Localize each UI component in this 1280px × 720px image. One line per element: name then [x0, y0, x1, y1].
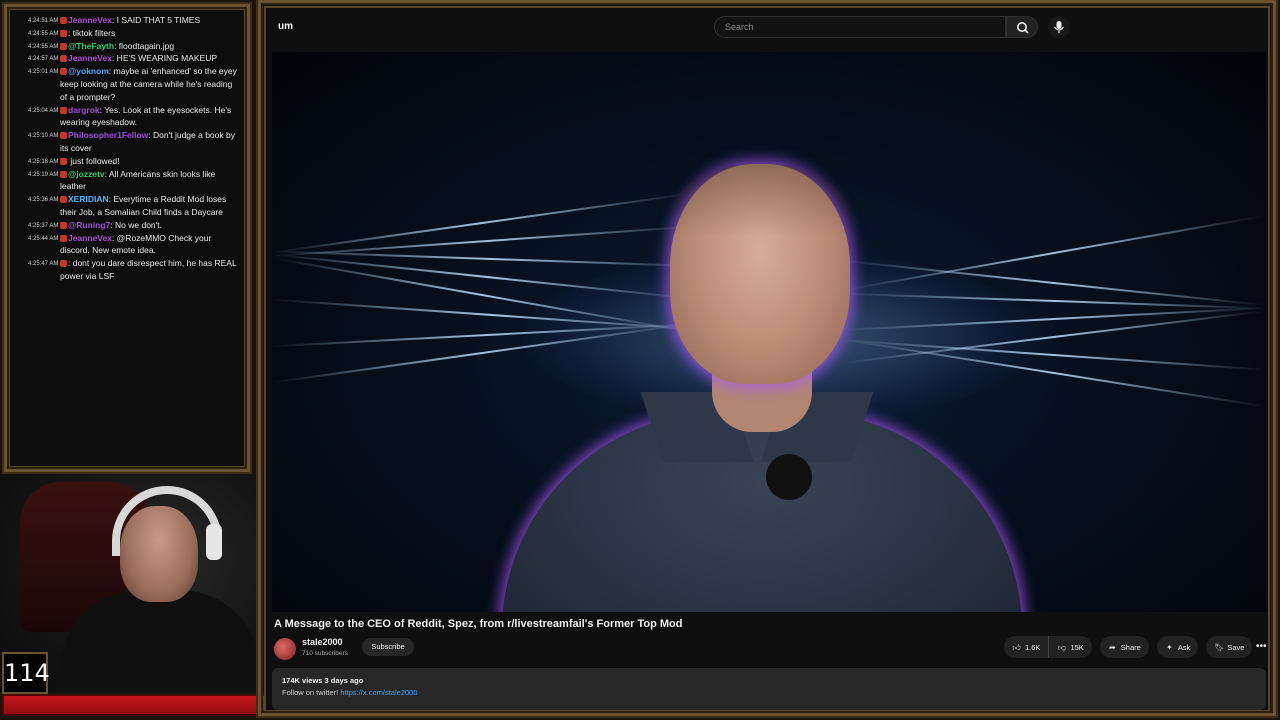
counter-display: 114	[2, 652, 50, 694]
headphone-cup	[206, 524, 222, 560]
video-frame-border	[258, 0, 1276, 716]
chat-frame-border	[4, 4, 250, 472]
